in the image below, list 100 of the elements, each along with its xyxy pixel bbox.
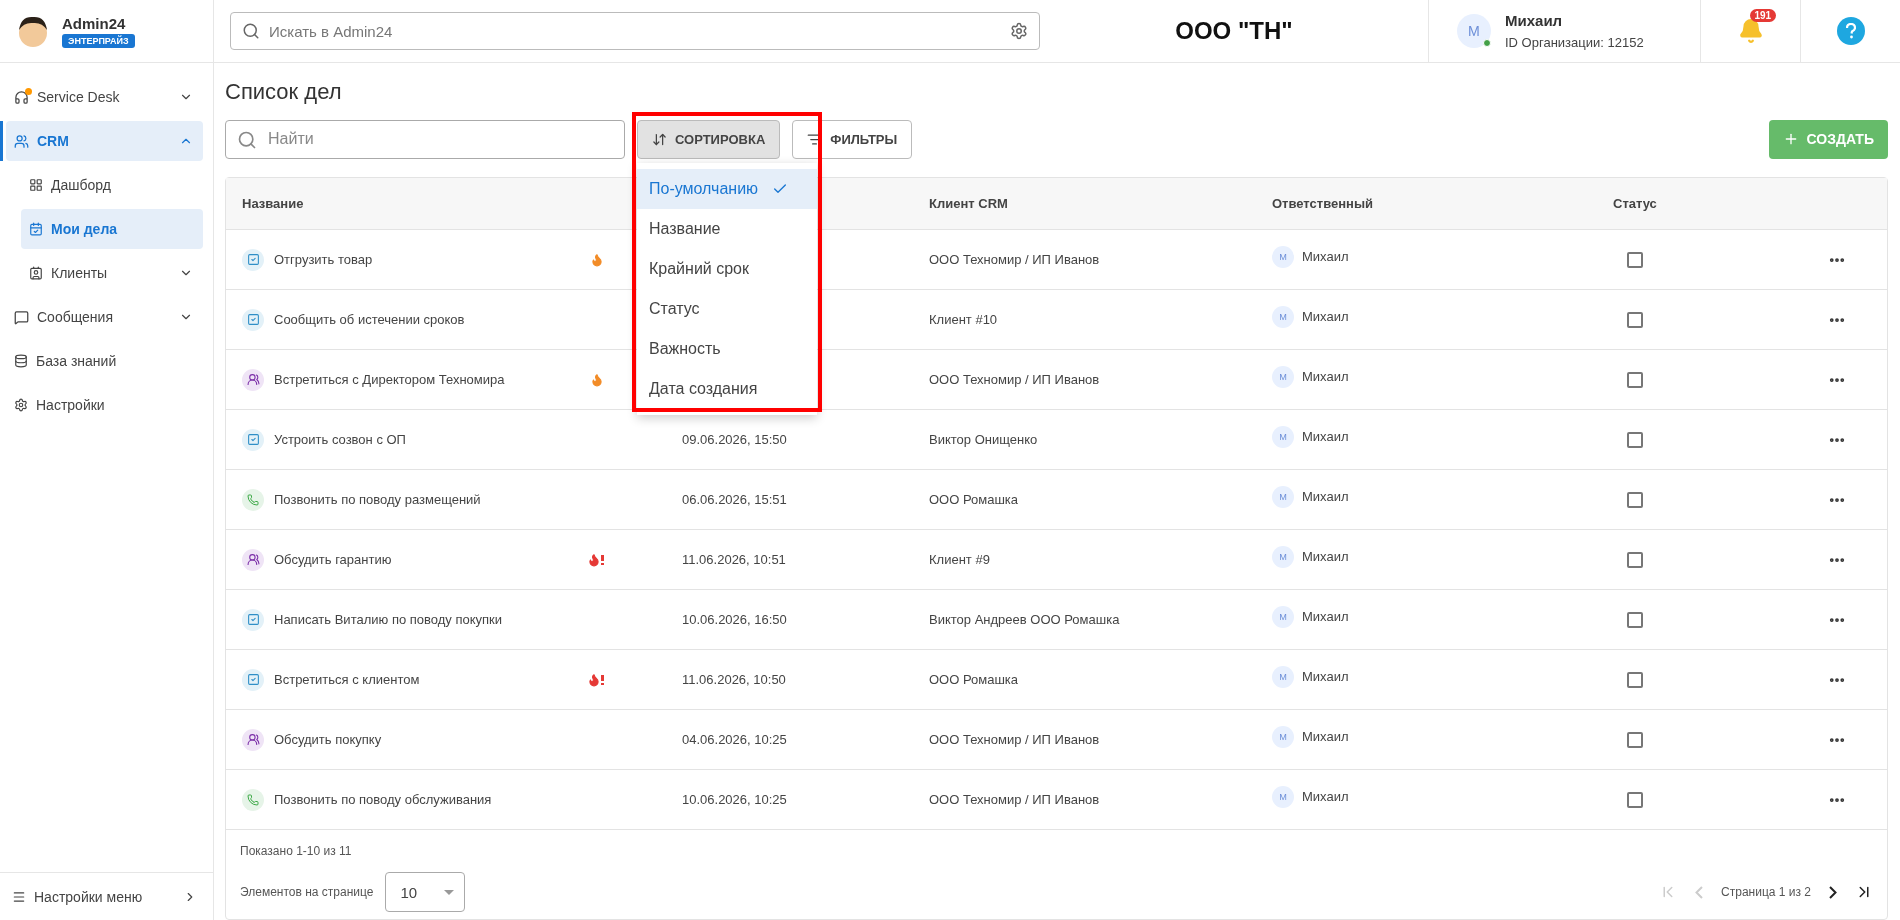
next-page-button[interactable] [1829, 885, 1837, 899]
status-checkbox[interactable] [1627, 791, 1643, 808]
bell-icon[interactable] [1737, 18, 1764, 44]
task-title: Устроить созвон с ОП [274, 432, 406, 447]
settings-icon [14, 398, 28, 412]
sort-option[interactable]: По-умолчанию [637, 168, 817, 209]
status-checkbox[interactable] [1627, 251, 1643, 268]
menu-settings-item[interactable]: Настройки меню [0, 872, 213, 920]
user-avatar: М [1272, 245, 1294, 268]
people-icon [242, 548, 264, 571]
sort-option[interactable]: Важность [637, 328, 817, 369]
sidebar-item[interactable]: CRM [6, 121, 203, 161]
search-field[interactable]: Искать в Admin24 [230, 12, 1040, 50]
active-indicator [0, 121, 3, 161]
table-cell-text: ООО Ромашка [929, 492, 1020, 507]
user-avatar: М [1272, 605, 1294, 628]
assignee-name: Михаил [1302, 549, 1349, 564]
sidebar-item[interactable]: Клиенты [21, 253, 203, 293]
people-icon [14, 133, 29, 149]
phone-icon [242, 788, 264, 811]
sort-icon [652, 131, 667, 147]
organization-id: ID Организации: 12152 [1505, 35, 1644, 50]
sort-option[interactable]: Дата создания [637, 368, 817, 409]
sort-option[interactable]: Крайний срок [637, 248, 817, 289]
sidebar-item[interactable]: Service Desk [6, 77, 203, 117]
assignee-name: Михаил [1302, 309, 1349, 324]
search-field[interactable]: Найти [225, 119, 625, 159]
sidebar-item[interactable]: Сообщения [6, 297, 203, 337]
table-cell-text: 06.06.2026, 15:51 [682, 492, 788, 507]
filter-button[interactable]: ФИЛЬТРЫ [792, 119, 913, 159]
assignee-name: Михаил [1302, 789, 1349, 804]
table-cell-text: 04.06.2026, 10:25 [682, 732, 788, 747]
task-title: Написать Виталию по поводу покупки [274, 612, 503, 627]
table-cell-text: Клиент #9 [929, 552, 991, 567]
assignee-name: Михаил [1302, 249, 1349, 264]
dashboard-icon [29, 178, 43, 192]
sort-button[interactable]: СОРТИРОВКА [637, 119, 781, 159]
task-title: Сообщить об истечении сроков [274, 312, 465, 327]
status-checkbox[interactable] [1627, 311, 1643, 328]
help-icon[interactable] [1836, 17, 1865, 45]
task-title: Встретиться с Директором Техномира [274, 372, 505, 387]
user-avatar: М [1272, 425, 1294, 448]
table-cell-text: 11.06.2026, 10:51 [682, 552, 787, 567]
status-checkbox[interactable] [1627, 371, 1643, 388]
brand-name: Admin24 [62, 14, 127, 32]
column-header: Статус [1613, 196, 1658, 211]
people-icon [29, 266, 43, 280]
headset-icon [14, 89, 29, 105]
table-cell-text: ООО Ромашка [929, 672, 1020, 687]
calendar-icon [29, 222, 43, 236]
page-size-select[interactable]: 10 [385, 872, 466, 912]
status-checkbox[interactable] [1627, 611, 1643, 628]
sidebar-item[interactable]: База знаний [6, 341, 203, 381]
chevron-right-icon [1829, 885, 1837, 899]
page-title: Список дел [225, 79, 343, 105]
task-icon [242, 308, 264, 331]
avatar-icon [16, 14, 50, 48]
settings-icon[interactable] [1010, 22, 1028, 40]
table-cell-text: 09.06.2026, 15:50 [682, 432, 788, 447]
table-cell-text: ООО Техномир / ИП Иванов [929, 372, 1101, 387]
status-checkbox[interactable] [1627, 491, 1643, 508]
sidebar-item[interactable]: Мои дела [21, 209, 203, 249]
status-checkbox[interactable] [1627, 431, 1643, 448]
assignee-name: Михаил [1302, 609, 1349, 624]
column-header: Клиент CRM [929, 196, 1009, 211]
search-icon [237, 129, 257, 150]
task-title: Обсудить гарантию [274, 552, 392, 567]
task-title: Отгрузить товар [274, 252, 373, 267]
table-cell-text: 10.06.2026, 10:25 [682, 792, 788, 807]
table-cell-text: ООО Техномир / ИП Иванов [929, 732, 1101, 747]
table-cell-text: 11.06.2026, 10:50 [682, 672, 787, 687]
status-checkbox[interactable] [1627, 671, 1643, 688]
chevron-left-icon [1695, 885, 1704, 899]
task-title: Позвонить по поводу размещений [274, 492, 481, 507]
organization-name: ООО "ТН" [1174, 17, 1294, 45]
shown-count: Показано 1-10 из 11 [240, 844, 353, 858]
table-cell-text: ООО Техномир / ИП Иванов [929, 792, 1101, 807]
page-size-label: Элементов на странице [240, 885, 374, 899]
user-avatar: М [1272, 545, 1294, 568]
task-title: Позвонить по поводу обслуживания [274, 792, 492, 807]
user-avatar: М [1272, 305, 1294, 328]
task-icon [242, 428, 264, 451]
sidebar-item[interactable]: Настройки [6, 385, 203, 425]
table-cell-text: Виктор Андреев ООО Ромашка [929, 612, 1121, 627]
sort-option[interactable]: Статус [637, 288, 817, 329]
user-avatar: М [1272, 725, 1294, 748]
task-title: Обсудить покупку [274, 732, 382, 747]
user-name: Михаил [1505, 12, 1564, 29]
sidebar-item[interactable]: Дашборд [21, 165, 203, 205]
notification-count: 191 [1749, 9, 1777, 22]
column-header: Ответственный [1272, 196, 1374, 211]
database-icon [14, 354, 28, 368]
task-title: Встретиться с клиентом [274, 672, 420, 687]
search-icon [242, 22, 260, 40]
table-cell-text: 10.06.2026, 16:50 [682, 612, 788, 627]
status-checkbox[interactable] [1627, 731, 1643, 748]
status-checkbox[interactable] [1627, 551, 1643, 568]
user-avatar: М [1272, 665, 1294, 688]
task-icon [242, 668, 264, 691]
sort-option[interactable]: Название [637, 208, 817, 249]
